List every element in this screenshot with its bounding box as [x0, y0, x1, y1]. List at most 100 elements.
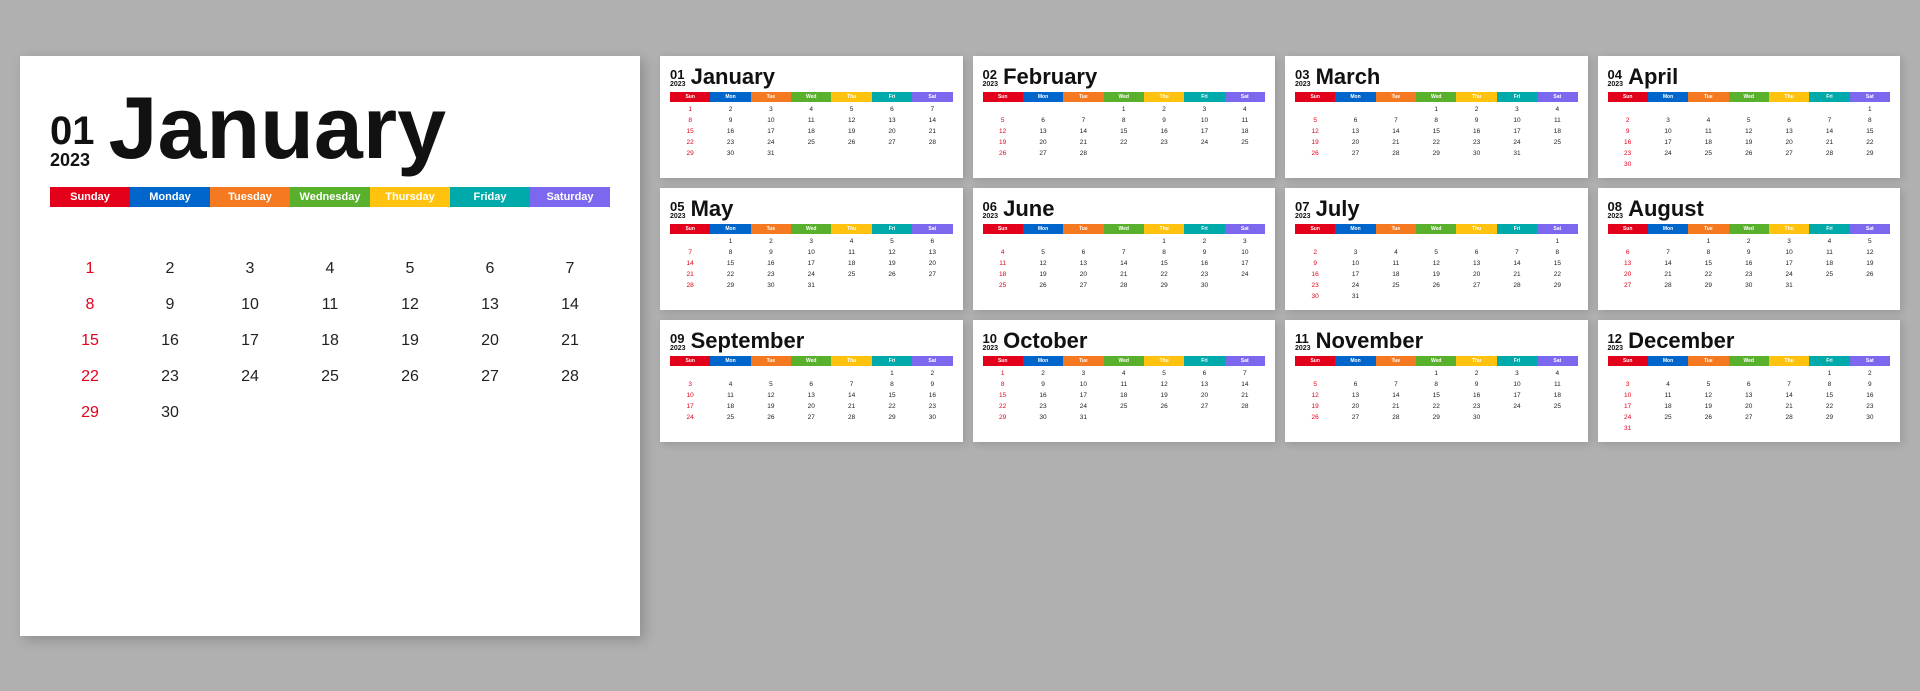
- small-month-name: July: [1316, 198, 1360, 220]
- small-cal-cell: 9: [710, 115, 750, 126]
- small-header-fri: Fri: [1184, 92, 1224, 102]
- small-header-thu: Thu: [1144, 356, 1184, 366]
- small-cal-cell: 19: [872, 258, 912, 269]
- small-cal-cell: 18: [1537, 390, 1577, 401]
- small-cal-august: 082023AugustSunMonTueWedThuFriSat1234567…: [1598, 188, 1901, 310]
- small-cal-cell: 25: [1376, 280, 1416, 291]
- small-cal-cell: 29: [1537, 280, 1577, 291]
- small-header-tue: Tue: [1688, 92, 1728, 102]
- small-cal-cell: 20: [1063, 269, 1103, 280]
- large-cal-cell: 8: [50, 287, 130, 323]
- small-cal-cell: 15: [872, 390, 912, 401]
- small-cal-cell: 27: [1335, 148, 1375, 159]
- small-cal-header: 122023December: [1608, 330, 1891, 352]
- small-header-fri: Fri: [1497, 224, 1537, 234]
- small-header-mon: Mon: [710, 356, 750, 366]
- small-cal-cell: 24: [670, 412, 710, 423]
- small-cal-header: 022023February: [983, 66, 1266, 88]
- small-cal-cell: [1376, 236, 1416, 247]
- small-cal-cell: 21: [912, 126, 952, 137]
- small-cal-cell: 8: [1104, 115, 1144, 126]
- small-cal-cell: 6: [1729, 379, 1769, 390]
- small-cal-cell: 5: [872, 236, 912, 247]
- small-cal-cell: 19: [983, 137, 1023, 148]
- small-cal-cell: 31: [751, 148, 791, 159]
- large-month-number: 01 2023: [50, 111, 95, 169]
- small-cal-cell: 11: [1376, 258, 1416, 269]
- small-cal-header: 072023July: [1295, 198, 1578, 220]
- small-cal-cell: 9: [1023, 379, 1063, 390]
- small-cal-cell: 19: [1850, 258, 1890, 269]
- small-cal-cell: 18: [831, 258, 871, 269]
- small-cal-cell: 26: [1729, 148, 1769, 159]
- small-cal-cell: 19: [1144, 390, 1184, 401]
- small-cal-cell: 28: [1104, 280, 1144, 291]
- small-month-name: August: [1628, 198, 1704, 220]
- small-cal-cell: 24: [1335, 280, 1375, 291]
- small-cal-cell: 16: [1850, 390, 1890, 401]
- small-header-sun: Sun: [1295, 224, 1335, 234]
- small-cal-cell: 5: [1688, 379, 1728, 390]
- small-cal-cell: 13: [1729, 390, 1769, 401]
- small-cal-cell: 27: [1023, 148, 1063, 159]
- small-cal-cell: 2: [1456, 104, 1496, 115]
- small-cal-cell: 2: [1850, 368, 1890, 379]
- small-header-mon: Mon: [710, 224, 750, 234]
- small-cal-cell: 22: [872, 401, 912, 412]
- small-cal-cell: [1335, 104, 1375, 115]
- small-cal-cell: 5: [1729, 115, 1769, 126]
- small-cal-cell: 17: [1648, 137, 1688, 148]
- small-year: 2023: [670, 345, 686, 352]
- small-cal-cell: 10: [1225, 247, 1265, 258]
- large-cal-cell: 25: [290, 359, 370, 395]
- small-cal-cell: 6: [912, 236, 952, 247]
- large-cal-cell: 24: [210, 359, 290, 395]
- small-header-sat: Sat: [1850, 92, 1890, 102]
- small-cal-cell: 7: [1104, 247, 1144, 258]
- small-cal-cell: 15: [1537, 258, 1577, 269]
- small-cal-cell: 21: [1376, 137, 1416, 148]
- small-cal-cell: 1: [710, 236, 750, 247]
- large-cal-cell: 9: [130, 287, 210, 323]
- small-month-num: 11: [1295, 332, 1311, 345]
- small-cal-cell: 29: [670, 148, 710, 159]
- small-cal-cell: 6: [1608, 247, 1648, 258]
- small-cal-cell: 11: [983, 258, 1023, 269]
- small-day-headers: SunMonTueWedThuFriSat: [670, 92, 953, 102]
- small-cal-june: 062023JuneSunMonTueWedThuFriSat123456789…: [973, 188, 1276, 310]
- small-cal-cell: 4: [1104, 368, 1144, 379]
- small-header-mon: Mon: [1023, 92, 1063, 102]
- small-cal-cell: 18: [1104, 390, 1144, 401]
- small-cal-cell: 29: [872, 412, 912, 423]
- large-cal-cell: 16: [130, 323, 210, 359]
- small-cal-cell: 25: [791, 137, 831, 148]
- small-month-name: May: [691, 198, 734, 220]
- small-cal-cell: 3: [1225, 236, 1265, 247]
- small-cal-cell: 21: [1104, 269, 1144, 280]
- small-cal-cell: [1295, 236, 1335, 247]
- small-cal-cell: 17: [1497, 126, 1537, 137]
- small-cal-cell: 27: [912, 269, 952, 280]
- small-cal-cell: 8: [1144, 247, 1184, 258]
- small-cal-cell: 23: [1729, 269, 1769, 280]
- small-cal-cell: 12: [1688, 390, 1728, 401]
- small-cal-cell: 7: [1376, 115, 1416, 126]
- small-cal-cell: 16: [1184, 258, 1224, 269]
- small-header-sat: Sat: [1537, 92, 1577, 102]
- small-header-sun: Sun: [1295, 356, 1335, 366]
- small-header-sat: Sat: [1225, 92, 1265, 102]
- small-header-fri: Fri: [1809, 92, 1849, 102]
- small-cal-cell: 27: [1608, 280, 1648, 291]
- small-cal-cell: 18: [791, 126, 831, 137]
- small-cal-cell: 25: [1104, 401, 1144, 412]
- small-cal-cell: 19: [1688, 401, 1728, 412]
- large-year-text: 2023: [50, 151, 95, 169]
- small-cal-cell: 5: [1295, 115, 1335, 126]
- small-cal-cell: 20: [1335, 137, 1375, 148]
- small-cal-cell: 3: [1184, 104, 1224, 115]
- small-cal-cell: 23: [1850, 401, 1890, 412]
- small-cal-cell: 14: [670, 258, 710, 269]
- small-cal-cell: 13: [1335, 390, 1375, 401]
- large-cal-cell: [530, 395, 610, 431]
- small-cal-cell: 17: [1225, 258, 1265, 269]
